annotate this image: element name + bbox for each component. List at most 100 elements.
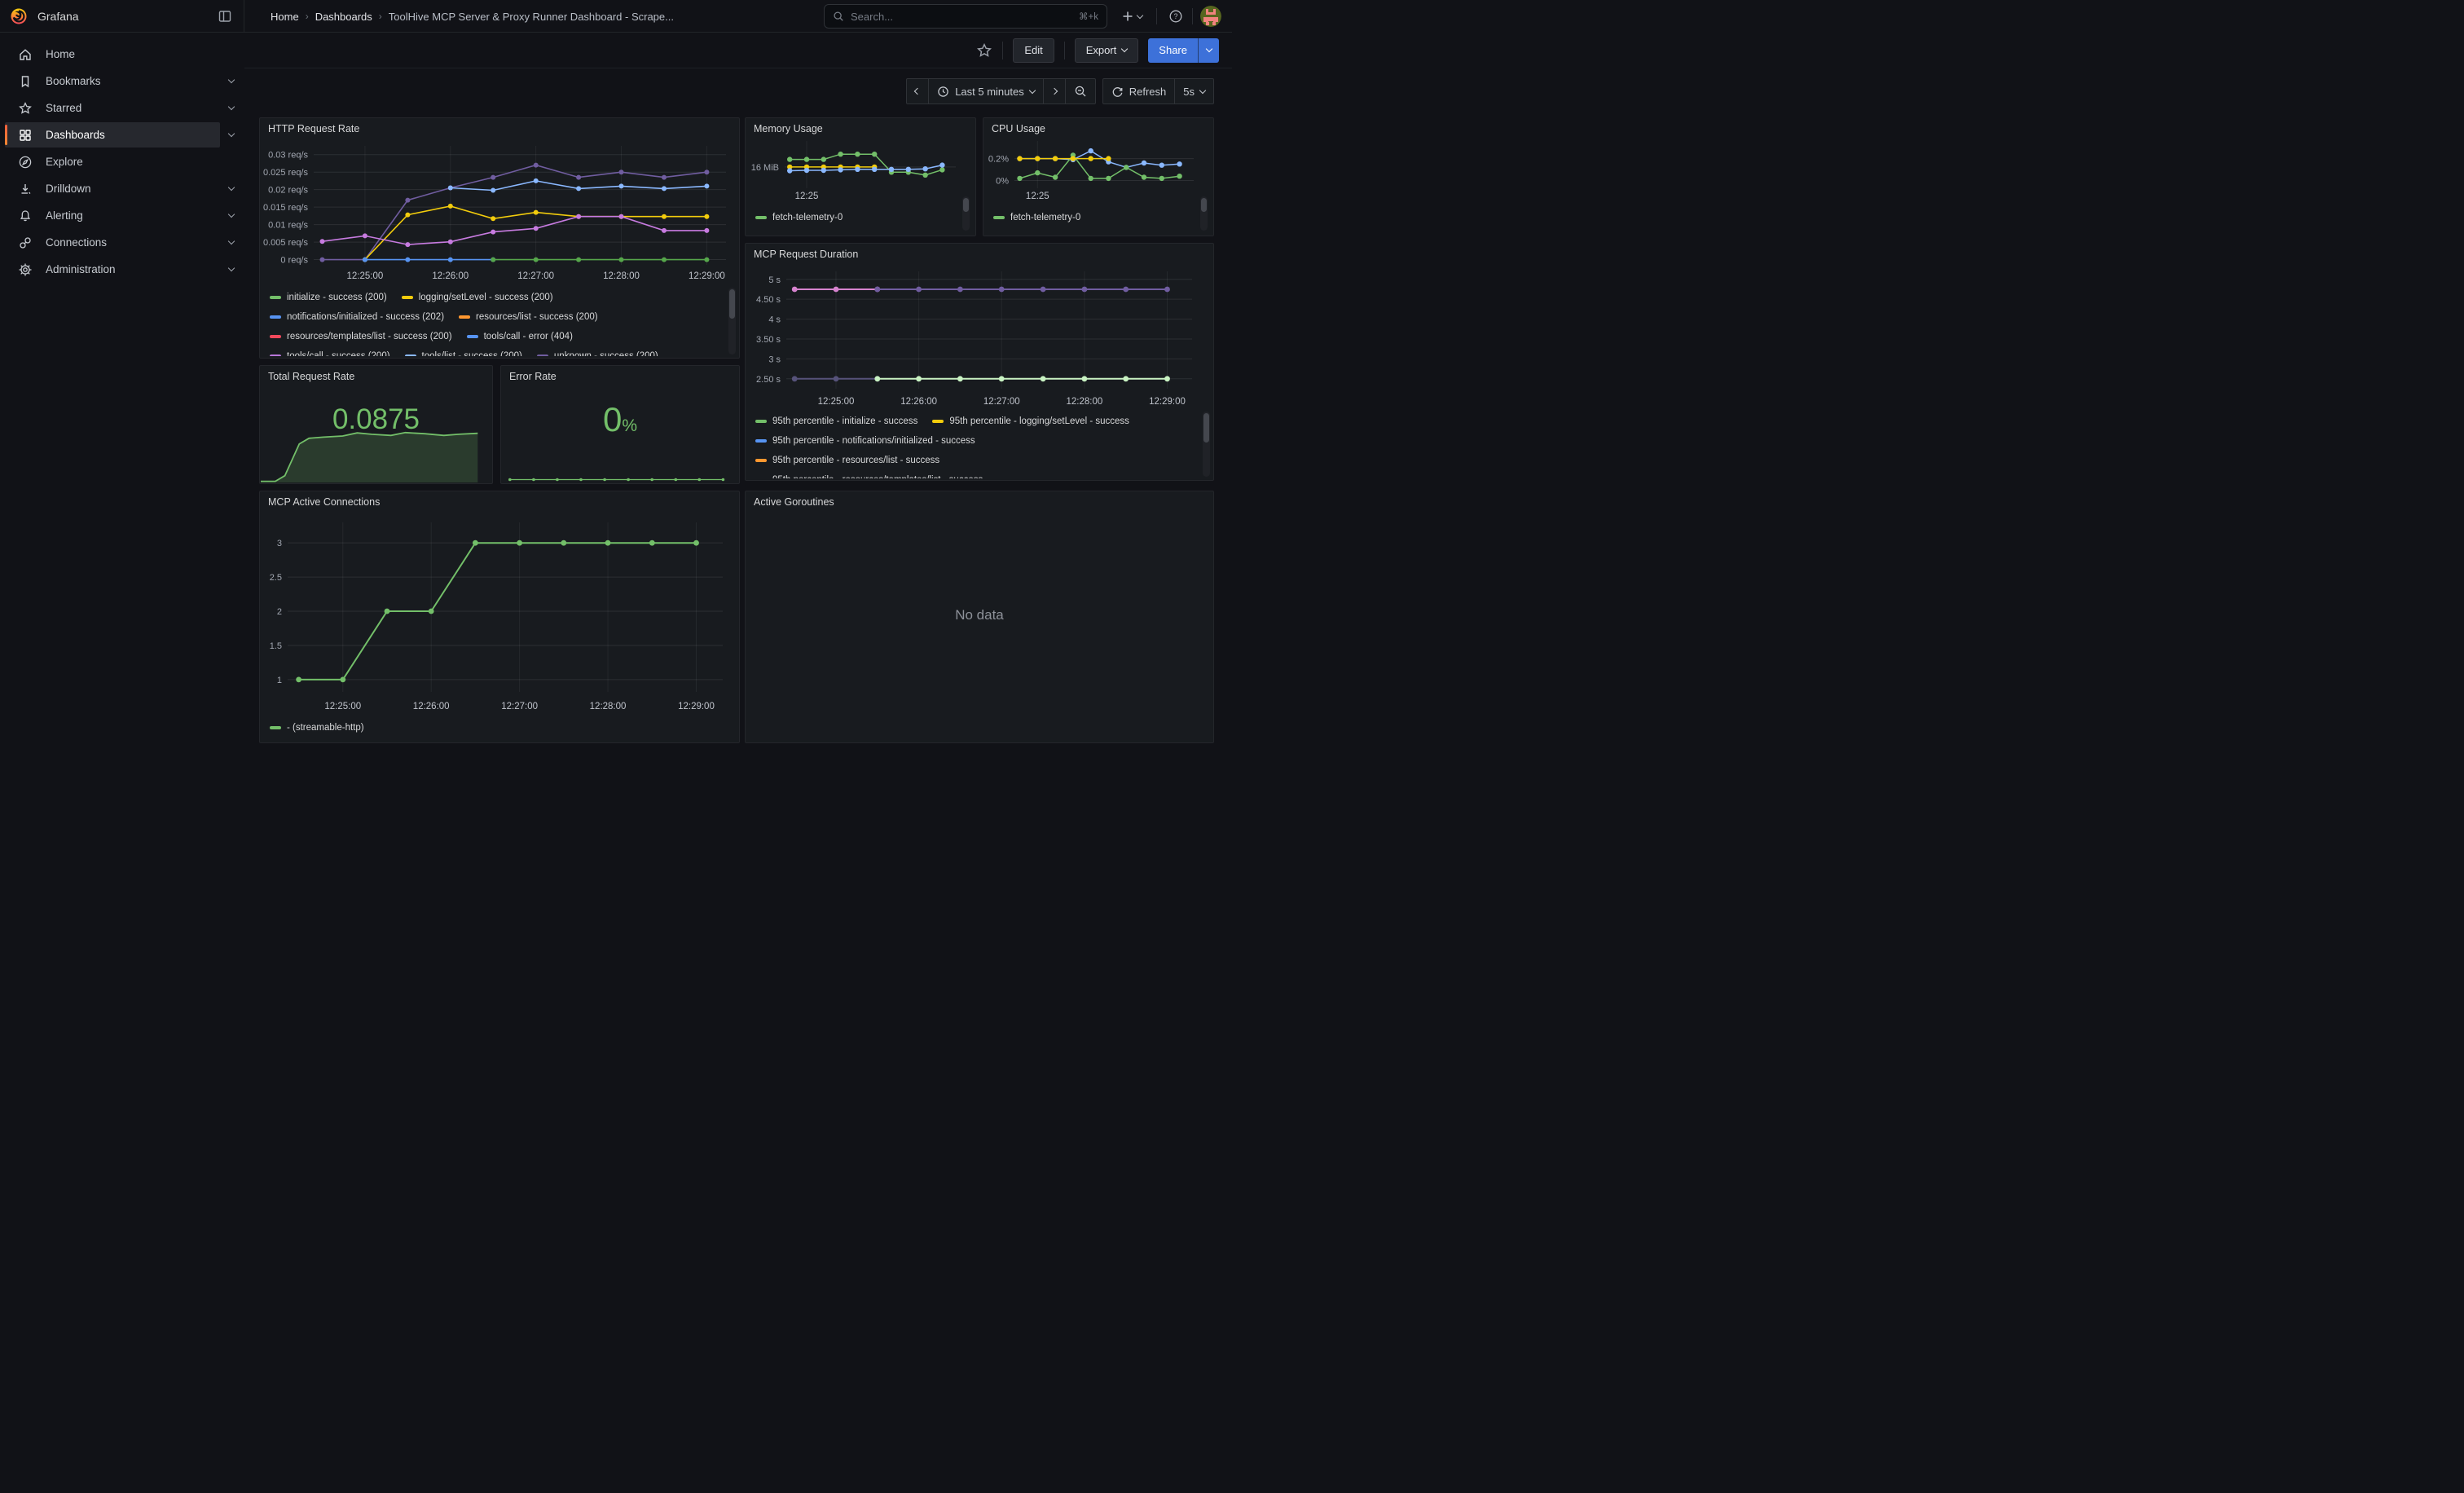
- refresh-button[interactable]: Refresh: [1102, 78, 1176, 104]
- breadcrumb-home[interactable]: Home: [271, 11, 299, 23]
- sidebar-item-starred[interactable]: Starred: [5, 95, 220, 121]
- svg-text:2: 2: [277, 607, 282, 617]
- sidebar-expand-dashboards[interactable]: [227, 122, 236, 148]
- scrollbar-thumb[interactable]: [1201, 198, 1207, 212]
- share-main-button[interactable]: Share: [1148, 38, 1198, 63]
- zoom-out-button[interactable]: [1065, 78, 1096, 104]
- legend-label: initialize - success (200): [287, 293, 387, 302]
- legend-scrollbar: [728, 288, 736, 355]
- legend-label: unknown - success (200): [554, 351, 658, 356]
- conns-legend: - (streamable-http): [270, 718, 726, 738]
- sidebar-expand-drilldown[interactable]: [227, 176, 236, 201]
- legend-swatch: [755, 439, 767, 443]
- share-dropdown-button[interactable]: [1198, 38, 1219, 63]
- legend-item[interactable]: resources/templates/list - success (200): [270, 332, 452, 341]
- search-input[interactable]: Search... ⌘+k: [824, 4, 1107, 29]
- sidebar-toggle-icon[interactable]: [218, 9, 232, 24]
- drilldown-icon: [18, 182, 33, 196]
- legend-item[interactable]: - (streamable-http): [270, 723, 364, 733]
- sidebar-item-connections[interactable]: Connections: [5, 230, 220, 255]
- time-back-button[interactable]: [906, 78, 929, 104]
- sidebar-item-home[interactable]: Home: [5, 42, 220, 67]
- sidebar-expand-administration[interactable]: [227, 257, 236, 282]
- legend-item[interactable]: tools/call - error (404): [467, 332, 573, 341]
- svg-text:12:28:00: 12:28:00: [1066, 397, 1102, 407]
- legend-item[interactable]: notifications/initialized - success (202…: [270, 312, 444, 322]
- refresh-label: Refresh: [1129, 86, 1167, 98]
- refresh-interval-picker[interactable]: 5s: [1174, 78, 1214, 104]
- sidebar-item-bookmarks[interactable]: Bookmarks: [5, 68, 220, 94]
- svg-text:12:26:00: 12:26:00: [900, 397, 937, 407]
- svg-text:4 s: 4 s: [768, 315, 781, 325]
- time-forward-button[interactable]: [1043, 78, 1066, 104]
- memory-legend: fetch-telemetry-0: [755, 208, 943, 227]
- svg-text:0.2%: 0.2%: [988, 155, 1009, 165]
- scrollbar-thumb[interactable]: [963, 198, 969, 212]
- legend-item[interactable]: resources/list - success (200): [459, 312, 598, 322]
- bookmark-icon: [18, 74, 33, 89]
- sidebar-expand-bookmarks[interactable]: [227, 68, 236, 94]
- edit-button[interactable]: Edit: [1013, 38, 1054, 63]
- legend-label: notifications/initialized - success (202…: [287, 312, 444, 322]
- legend-item[interactable]: unknown - success (200): [537, 351, 658, 356]
- legend-item[interactable]: tools/list - success (200): [405, 351, 522, 356]
- legend-item[interactable]: tools/call - success (200): [270, 351, 390, 356]
- panel-http-request-rate: HTTP Request Rate 12:25:0012:26:0012:27:…: [259, 117, 740, 359]
- sidebar-item-administration[interactable]: Administration: [5, 257, 220, 282]
- sidebar-item-drilldown[interactable]: Drilldown: [5, 176, 220, 201]
- sidebar-item-alerting[interactable]: Alerting: [5, 203, 220, 228]
- legend-item[interactable]: fetch-telemetry-0: [755, 213, 843, 222]
- svg-text:12:25: 12:25: [795, 192, 819, 201]
- legend-item[interactable]: initialize - success (200): [270, 293, 387, 302]
- sidebar-expand-starred[interactable]: [227, 95, 236, 121]
- sidebar-expand-connections[interactable]: [227, 230, 236, 255]
- refresh-interval-label: 5s: [1183, 86, 1195, 98]
- mcp-request-duration-chart: 12:25:0012:26:0012:27:0012:28:0012:29:00…: [749, 263, 1205, 408]
- svg-text:0.01 req/s: 0.01 req/s: [268, 221, 308, 231]
- legend-swatch: [467, 335, 478, 338]
- panel-title: Total Request Rate: [260, 366, 492, 382]
- svg-text:0 req/s: 0 req/s: [280, 256, 308, 266]
- legend-item[interactable]: 95th percentile - resources/list - succe…: [755, 456, 939, 465]
- chevron-down-icon: [1199, 86, 1206, 93]
- svg-text:1: 1: [277, 676, 282, 685]
- sidebar-item-dashboards[interactable]: Dashboards: [5, 122, 220, 148]
- export-button[interactable]: Export: [1075, 38, 1139, 63]
- legend-item[interactable]: 95th percentile - notifications/initiali…: [755, 436, 975, 446]
- legend-item[interactable]: 95th percentile - initialize - success: [755, 416, 917, 426]
- sidebar-item-label: Drilldown: [46, 183, 91, 195]
- sidebar-item-label: Home: [46, 48, 75, 60]
- legend-swatch: [402, 296, 413, 299]
- legend-swatch: [932, 420, 944, 423]
- panel-mcp-request-duration: MCP Request Duration 12:25:0012:26:0012:…: [745, 243, 1214, 481]
- legend-swatch: [270, 315, 281, 319]
- scrollbar-thumb[interactable]: [729, 289, 735, 319]
- legend-item[interactable]: 95th percentile - logging/setLevel - suc…: [932, 416, 1129, 426]
- scrollbar-thumb[interactable]: [1203, 413, 1209, 443]
- add-button[interactable]: [1121, 7, 1142, 26]
- panel-total-request-rate: Total Request Rate 0.0875: [259, 365, 493, 484]
- favorite-star-icon[interactable]: [976, 42, 992, 59]
- svg-text:12:27:00: 12:27:00: [983, 397, 1020, 407]
- legend-item[interactable]: fetch-telemetry-0: [993, 213, 1080, 222]
- toolbar-divider: [1064, 42, 1065, 59]
- time-range-picker[interactable]: Last 5 minutes: [928, 78, 1044, 104]
- help-button[interactable]: ?: [1168, 7, 1183, 26]
- legend-item[interactable]: 95th percentile - resources/templates/li…: [755, 475, 983, 478]
- toolbar-divider: [1002, 42, 1003, 59]
- svg-text:12:29:00: 12:29:00: [678, 702, 715, 711]
- legend-scrollbar: [1200, 196, 1208, 231]
- search-placeholder: Search...: [851, 11, 1072, 23]
- sidebar-item-explore[interactable]: Explore: [5, 149, 220, 174]
- svg-text:2.50 s: 2.50 s: [756, 375, 781, 385]
- sidebar-item-label: Administration: [46, 263, 116, 275]
- user-avatar[interactable]: [1200, 6, 1221, 27]
- sidebar-expand-alerting[interactable]: [227, 203, 236, 228]
- svg-text:16 MiB: 16 MiB: [751, 163, 779, 173]
- svg-text:2.5: 2.5: [270, 573, 282, 583]
- panel-title: MCP Active Connections: [260, 491, 739, 508]
- export-label: Export: [1086, 44, 1117, 56]
- breadcrumb-dashboards[interactable]: Dashboards: [315, 11, 372, 23]
- legend-item[interactable]: logging/setLevel - success (200): [402, 293, 553, 302]
- edit-label: Edit: [1024, 44, 1042, 56]
